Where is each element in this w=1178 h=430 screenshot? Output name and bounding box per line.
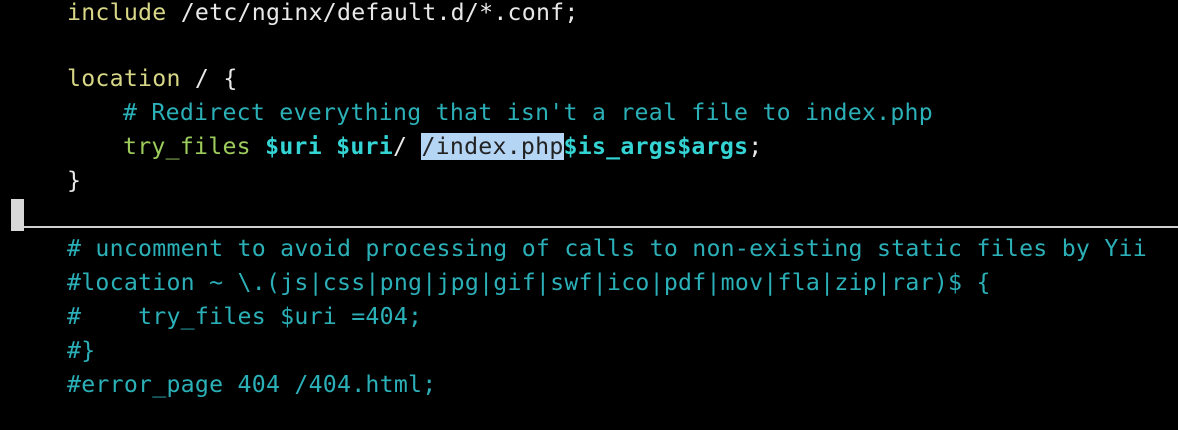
code-line-close-brace: }: [67, 164, 81, 198]
comment-uncomment: # uncomment to avoid processing of calls…: [67, 235, 1147, 262]
split-divider[interactable]: [24, 226, 1178, 228]
code-line-location: location / {: [67, 62, 238, 96]
selected-text[interactable]: /index.php: [421, 133, 564, 160]
comment-try-files-404: # try_files $uri =404;: [67, 303, 423, 330]
directive-try-files: try_files: [123, 133, 251, 160]
code-line-comment-location: #location ~ \.(js|css|png|jpg|gif|swf|ic…: [67, 266, 991, 300]
keyword-location: location: [67, 65, 181, 92]
variable-is-args-args: $is_args$args: [563, 133, 749, 160]
variable-uri: $uri: [265, 133, 322, 160]
code-line-try-files: try_files $uri $uri/ /index.php$is_args$…: [123, 133, 763, 160]
variable-uri-dir: $uri: [336, 133, 394, 160]
include-path: /etc/nginx/default.d/*.conf;: [166, 0, 579, 26]
code-line-comment-uncomment: # uncomment to avoid processing of calls…: [67, 232, 1147, 266]
code-line-comment-redirect: # Redirect everything that isn't a real …: [67, 96, 933, 130]
code-editor[interactable]: include /etc/nginx/default.d/*.conf; loc…: [0, 0, 1178, 430]
close-brace: }: [67, 167, 82, 194]
comment-error-page: #error_page 404 /404.html;: [67, 371, 437, 398]
comment-redirect: # Redirect everything that isn't a real …: [123, 99, 933, 126]
comment-close-brace: #}: [67, 337, 96, 364]
code-line-include: include /etc/nginx/default.d/*.conf;: [67, 0, 579, 30]
location-path: / {: [180, 65, 238, 92]
code-line-comment-close: #}: [67, 334, 95, 368]
keyword-include: include: [67, 0, 167, 26]
comment-location-static: #location ~ \.(js|css|png|jpg|gif|swf|ic…: [67, 269, 991, 296]
code-line-comment-error-page: #error_page 404 /404.html;: [67, 368, 436, 402]
text-cursor: [11, 199, 24, 231]
code-line-comment-try-files: # try_files $uri =404;: [67, 300, 422, 334]
